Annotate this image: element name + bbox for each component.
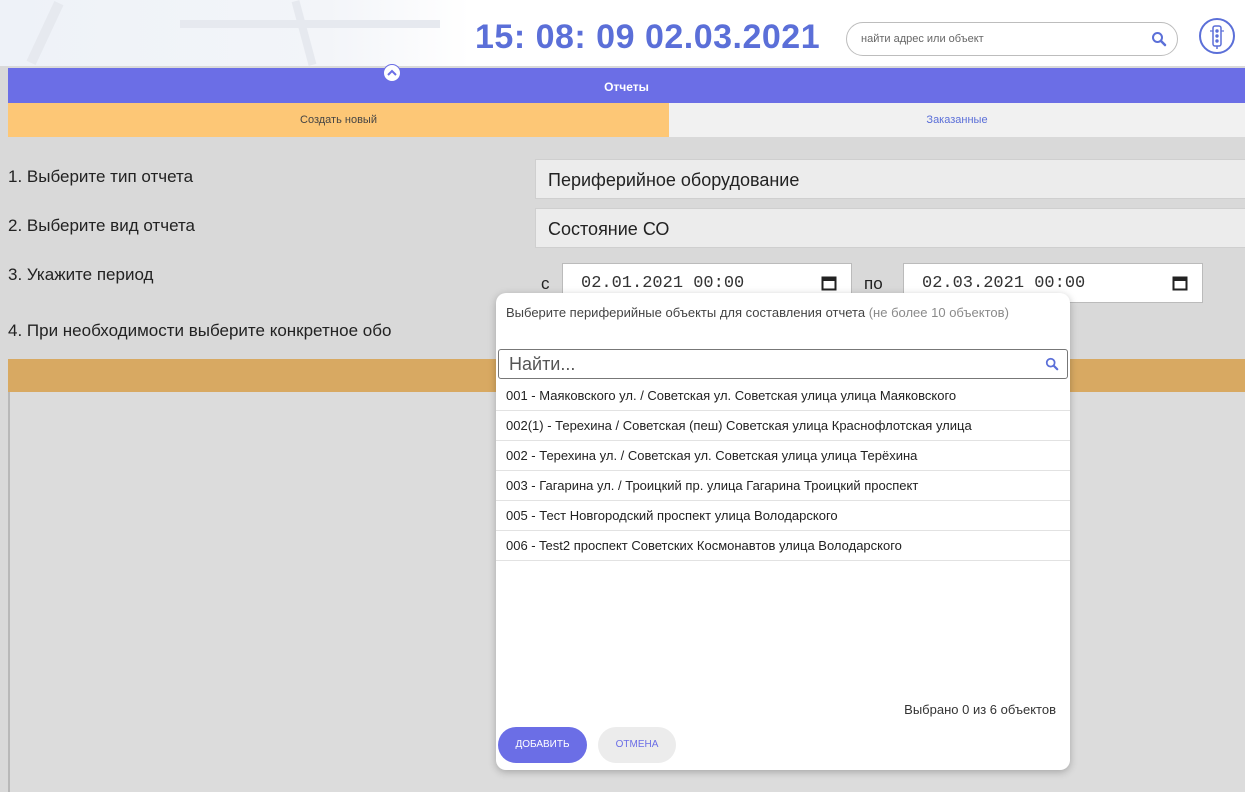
step2-label: 2. Выберите вид отчета (8, 216, 196, 235)
object-search-input[interactable] (509, 350, 1029, 378)
report-kind-select[interactable]: Состояние СО (535, 208, 1245, 248)
traffic-light-icon (1210, 25, 1224, 49)
object-list: 001 - Маяковского ул. / Советская ул. Со… (496, 381, 1070, 561)
chevron-up-icon (387, 69, 397, 76)
search-icon[interactable] (1151, 31, 1167, 47)
list-item[interactable]: 005 - Тест Новгородский проспект улица В… (496, 501, 1070, 531)
peripheral-select-dialog: Выберите периферийные объекты для состав… (496, 293, 1070, 770)
report-type-select[interactable]: Периферийное оборудование (535, 159, 1245, 199)
top-bar: 15: 08: 09 02.03.2021 (0, 0, 1245, 66)
list-item[interactable]: 001 - Маяковского ул. / Советская ул. Со… (496, 381, 1070, 411)
tab-ordered[interactable]: Заказанные (669, 103, 1245, 137)
clock-datetime: 15: 08: 09 02.03.2021 (475, 18, 821, 56)
list-item[interactable]: 003 - Гагарина ул. / Троицкий пр. улица … (496, 471, 1070, 501)
object-search[interactable] (498, 349, 1068, 379)
dialog-heading: Выберите периферийные объекты для состав… (506, 304, 1056, 322)
period-from-prefix: с (541, 274, 550, 293)
cancel-button[interactable]: ОТМЕНА (598, 727, 676, 763)
selected-count: Выбрано 0 из 6 объектов (904, 702, 1056, 717)
traffic-light-button[interactable] (1199, 18, 1235, 54)
step4-label: 4. При необходимости выберите конкретное… (8, 321, 392, 340)
reports-title: Отчеты (604, 80, 649, 94)
calendar-icon[interactable] (821, 275, 837, 291)
address-search[interactable] (846, 22, 1178, 56)
report-tabs: Создать новый Заказанные (8, 103, 1245, 137)
list-item[interactable]: 002(1) - Терехина / Советская (пеш) Сове… (496, 411, 1070, 441)
step1-label: 1. Выберите тип отчета (8, 167, 194, 186)
map-background (0, 0, 470, 66)
tab-create-new[interactable]: Создать новый (8, 103, 669, 137)
reports-header: Отчеты (8, 64, 1245, 103)
period-from-value: 02.01.2021 00:00 (581, 274, 745, 293)
step3-label: 3. Укажите период (8, 265, 154, 284)
calendar-icon[interactable] (1172, 275, 1188, 291)
dialog-limit-hint: (не более 10 объектов) (868, 305, 1009, 320)
address-search-input[interactable] (861, 23, 1141, 55)
dialog-heading-text: Выберите периферийные объекты для состав… (506, 305, 866, 320)
search-icon[interactable] (1045, 357, 1059, 376)
add-button[interactable]: ДОБАВИТЬ (498, 727, 587, 763)
list-item[interactable]: 002 - Терехина ул. / Советская ул. Совет… (496, 441, 1070, 471)
period-to-prefix: по (864, 274, 883, 293)
period-to-value: 02.03.2021 00:00 (922, 274, 1086, 293)
list-item[interactable]: 006 - Test2 проспект Советских Космонавт… (496, 531, 1070, 561)
